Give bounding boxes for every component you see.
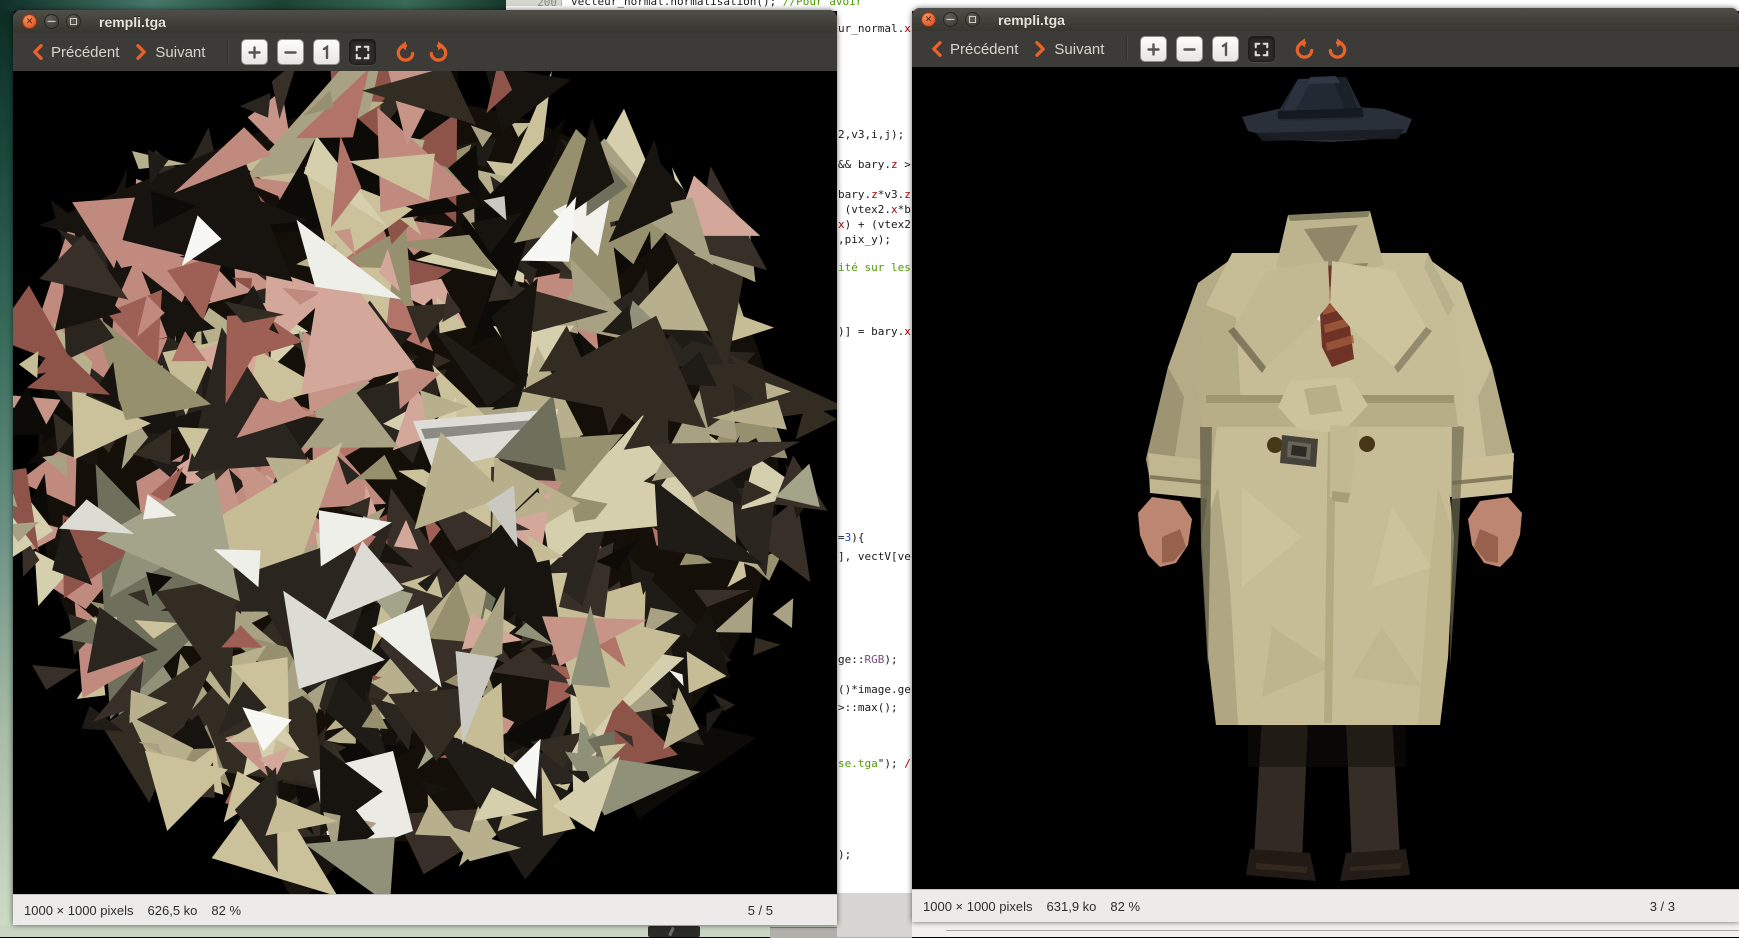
image-dimensions: 1000 × 1000 pixels [24,902,134,918]
file-size: 631,9 ko [1046,898,1097,914]
statusbar: 1000 × 1000 pixels 631,9 ko 82 % 3 / 3 [912,889,1739,922]
rotate-right-button[interactable] [425,39,451,65]
line-number-gutter: 200 [506,0,562,9]
titlebar[interactable]: ✕ — rempli.tga [912,8,1739,31]
minus-icon [1183,47,1197,51]
toolbar-separator [227,40,230,64]
statusbar: 1000 × 1000 pixels 626,5 ko 82 % 5 / 5 [13,894,837,925]
code-fragment: ()*image.ge [838,683,911,696]
minimize-button[interactable]: — [44,14,59,29]
code-fragment: ge::RGB); [838,653,898,666]
image-counter: 5 / 5 [747,902,773,918]
chevron-right-icon [1035,41,1046,57]
minimize-button[interactable]: — [943,12,958,27]
code-fragment: ur_normal.x [838,22,911,35]
window-title: rempli.tga [998,11,1065,28]
minus-icon [284,50,298,54]
rotate-clockwise-icon [429,40,448,62]
zoom-in-button[interactable] [1140,36,1168,62]
previous-button[interactable]: Précédent [922,36,1026,62]
close-button[interactable]: ✕ [22,14,37,29]
best-fit-button[interactable] [1248,36,1276,62]
image-canvas-triangle-soup[interactable] [13,71,837,895]
triangle-soup-image [13,71,837,895]
background-window-strip [912,922,1739,937]
plus-icon [1147,42,1161,56]
code-fragment: ); [838,848,852,861]
code-fragment: ité sur les [838,261,911,274]
code-fragment: bary.z*v3.z [838,188,911,201]
code-fragment: ,pix_y); [838,233,891,246]
zoom-in-button[interactable] [241,39,269,65]
one-to-one-icon [323,44,329,59]
zoom-normal-button[interactable] [313,39,341,65]
rotate-left-button[interactable] [1291,36,1317,62]
next-button[interactable]: Suivant [1026,36,1112,62]
maximize-button[interactable] [66,14,81,29]
rotate-counterclockwise-icon [396,40,415,62]
image-dimensions: 1000 × 1000 pixels [923,898,1033,914]
code-fragment: (vtex2.x*b [838,203,911,216]
code-fragment: && bary.z > [838,158,911,171]
desktop-icon-glyph [668,926,675,937]
code-strip-bottom [837,893,912,937]
next-label: Suivant [155,43,206,61]
chevron-left-icon [33,44,43,60]
desktop-wallpaper-left [0,0,14,937]
image-canvas-detective[interactable] [912,67,1739,898]
plus-icon [248,45,262,59]
code-strip[interactable]: ur_normal.x 2,v3,i,j); && bary.z > bary.z*v… [837,11,912,893]
zoom-out-button[interactable] [1176,36,1204,62]
code-fragment: se.tga"); / [838,757,911,770]
toolbar: Précédent Suivant [912,31,1739,68]
next-label: Suivant [1054,40,1105,58]
code-fragment: 2,v3,i,j); [838,128,905,141]
window-title: rempli.tga [99,13,166,30]
one-to-one-icon [1222,41,1228,56]
titlebar[interactable]: ✕ — rempli.tga [13,10,837,33]
code-fragment: vecteur_normal.normalisation(); //Pour a… [571,0,863,8]
code-fragment: x) + (vtex2 [838,218,911,231]
best-fit-button[interactable] [349,39,377,65]
fit-to-window-icon [1255,42,1269,56]
background-window-rule [946,930,1739,931]
toolbar-separator [1126,37,1129,61]
rotate-clockwise-icon [1328,37,1347,59]
code-fragment: )] = bary.x [838,325,911,338]
detective-image [912,67,1739,898]
code-fragment: ], vectV[ve [838,550,911,563]
code-fragment: >::max(); [838,701,898,714]
image-counter: 3 / 3 [1649,898,1675,914]
fit-to-window-icon [356,45,370,59]
code-fragment: =3){ [838,531,865,544]
close-button[interactable]: ✕ [921,12,936,27]
zoom-level: 82 % [211,902,242,918]
previous-button[interactable]: Précédent [23,39,127,65]
toolbar: Précédent Suivant [13,33,837,72]
file-size: 626,5 ko [147,902,198,918]
zoom-normal-button[interactable] [1212,36,1240,62]
chevron-right-icon [136,44,147,60]
previous-label: Précédent [51,43,120,61]
previous-label: Précédent [950,40,1019,58]
image-viewer-window-right: ✕ — rempli.tga Précédent Suivant 1000 × … [912,8,1739,922]
next-button[interactable]: Suivant [127,39,213,65]
image-viewer-window-left: ✕ — rempli.tga Précédent Suivant 1000 × … [13,10,837,925]
chevron-left-icon [932,41,942,57]
maximize-button[interactable] [965,12,980,27]
zoom-level: 82 % [1110,898,1141,914]
rotate-right-button[interactable] [1324,36,1350,62]
zoom-out-button[interactable] [277,39,305,65]
rotate-counterclockwise-icon [1295,37,1314,59]
rotate-left-button[interactable] [392,39,418,65]
desktop-icon[interactable] [648,926,700,937]
